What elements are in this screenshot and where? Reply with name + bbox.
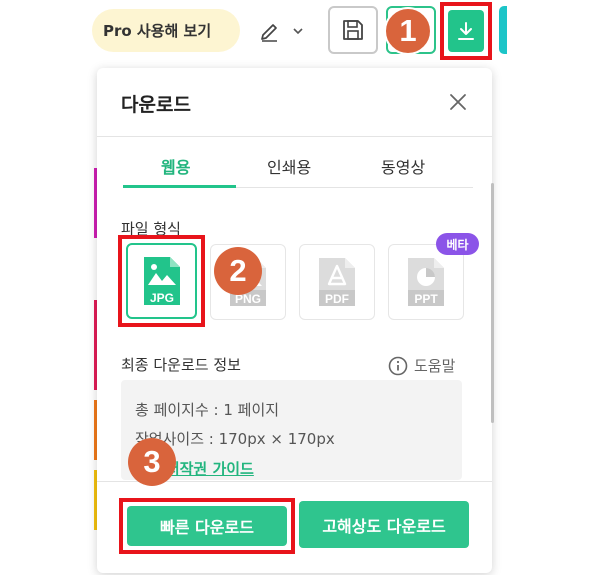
quick-download-button[interactable]: 빠른 다운로드 bbox=[127, 506, 287, 546]
ppt-label: PPT bbox=[414, 292, 438, 306]
close-button[interactable] bbox=[446, 90, 470, 114]
download-panel: 다운로드 웹용 인쇄용 동영상 파일 형식 JPG PNG PDF PPT 베타… bbox=[97, 68, 494, 573]
close-icon bbox=[450, 94, 466, 110]
help-link[interactable]: 도움말 bbox=[388, 355, 455, 376]
tab-video[interactable]: 동영상 bbox=[381, 154, 425, 178]
scrollbar[interactable] bbox=[491, 183, 494, 423]
divider bbox=[97, 136, 492, 137]
quick-download-highlight: 빠른 다운로드 bbox=[119, 498, 295, 554]
save-button[interactable] bbox=[328, 6, 378, 54]
download-icon bbox=[458, 22, 474, 40]
step-badge-1: 1 bbox=[384, 7, 432, 55]
more-button[interactable] bbox=[499, 6, 507, 54]
active-tab-indicator bbox=[123, 185, 236, 188]
download-button[interactable] bbox=[448, 10, 484, 52]
panel-title: 다운로드 bbox=[121, 94, 191, 116]
step-badge-3: 3 bbox=[128, 438, 176, 486]
download-info-label: 최종 다운로드 정보 bbox=[121, 356, 241, 374]
jpg-file-icon: JPG bbox=[143, 257, 180, 305]
format-jpg[interactable]: JPG bbox=[126, 243, 197, 319]
download-screen: Pro 사용해 보기 다운로드 웹용 인쇄용 동영상 파일 형식 JPG PNG… bbox=[0, 0, 600, 575]
hires-download-button[interactable]: 고해상도 다운로드 bbox=[299, 501, 469, 548]
jpg-highlight: JPG bbox=[118, 235, 205, 327]
help-label: 도움말 bbox=[414, 357, 456, 375]
total-pages-text: 총 페이지수 : 1 페이지 bbox=[135, 401, 280, 419]
step-badge-2: 2 bbox=[214, 247, 262, 295]
info-icon bbox=[388, 356, 408, 375]
ppt-file-icon: PPT bbox=[408, 258, 444, 306]
format-pdf[interactable]: PDF bbox=[299, 244, 375, 320]
pdf-label: PDF bbox=[325, 292, 349, 306]
try-pro-label: Pro 사용해 보기 bbox=[103, 22, 212, 40]
download-button-highlight bbox=[440, 2, 492, 60]
tab-web[interactable]: 웹용 bbox=[161, 154, 190, 178]
format-ppt[interactable]: PPT bbox=[388, 244, 464, 320]
chevron-down-icon[interactable] bbox=[292, 25, 304, 37]
tab-print[interactable]: 인쇄용 bbox=[267, 154, 311, 178]
pen-icon[interactable] bbox=[258, 21, 280, 43]
beta-badge: 베타 bbox=[436, 233, 479, 255]
pdf-file-icon: PDF bbox=[319, 258, 355, 306]
save-icon bbox=[343, 20, 363, 40]
jpg-label: JPG bbox=[149, 291, 173, 305]
try-pro-button[interactable]: Pro 사용해 보기 bbox=[92, 9, 240, 52]
